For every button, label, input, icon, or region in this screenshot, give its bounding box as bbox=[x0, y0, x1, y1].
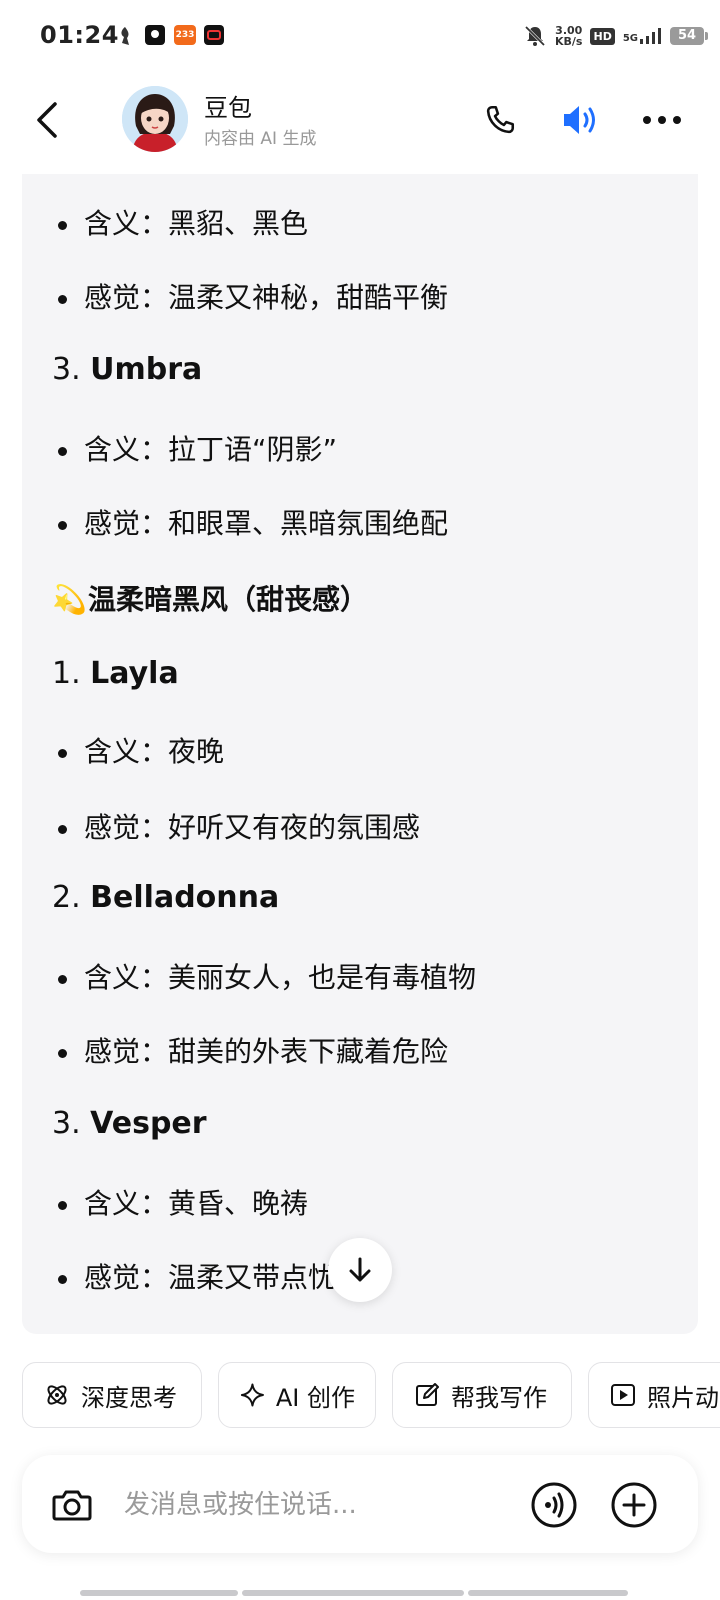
deep-think-chip[interactable]: 深度思考 bbox=[22, 1362, 202, 1428]
section-heading: 💫温柔暗黑风（甜丧感） bbox=[52, 583, 369, 616]
numbered-item: 2. Belladonna bbox=[52, 880, 280, 915]
avatar[interactable] bbox=[122, 86, 188, 152]
voice-call-button[interactable] bbox=[530, 1481, 578, 1529]
list-item: 含义：黄昏、晚祷 bbox=[22, 1182, 698, 1222]
speaker-button[interactable] bbox=[558, 98, 602, 142]
message-input-bar bbox=[22, 1455, 698, 1553]
bot-name: 豆包 bbox=[204, 94, 252, 122]
ai-create-chip[interactable]: AI 创作 bbox=[218, 1362, 376, 1428]
home-indicator bbox=[468, 1590, 628, 1596]
photo-animate-chip[interactable]: 照片动 bbox=[588, 1362, 720, 1428]
ai-message-card: 含义：黑貂、黑色 感觉：温柔又神秘，甜酷平衡 3. Umbra 含义：拉丁语“阴… bbox=[22, 174, 698, 1334]
chat-header: 豆包 内容由 AI 生成 bbox=[0, 80, 720, 172]
atom-icon bbox=[47, 1385, 67, 1405]
voice-wave-icon bbox=[531, 1482, 577, 1528]
arrow-down-icon bbox=[349, 1257, 371, 1282]
scroll-to-bottom-button[interactable] bbox=[328, 1238, 392, 1302]
numbered-item: 3. Umbra bbox=[52, 352, 203, 387]
dizzy-emoji-icon: 💫 bbox=[52, 583, 87, 616]
status-bar: 01:24 233 3.00 KB/s HD 5G 54 bbox=[0, 0, 720, 76]
camera-icon bbox=[52, 1490, 92, 1521]
network-speed: 3.00 KB/s bbox=[555, 24, 583, 48]
avatar-illustration bbox=[122, 86, 188, 152]
speaker-icon bbox=[564, 106, 595, 134]
chevron-left-icon bbox=[37, 102, 57, 138]
battery-icon: 54 bbox=[670, 27, 708, 45]
message-input[interactable] bbox=[122, 1483, 506, 1527]
notification-app-icon bbox=[145, 25, 165, 45]
back-button[interactable] bbox=[26, 98, 70, 142]
sparkle-icon bbox=[240, 1383, 264, 1407]
list-item: 含义：拉丁语“阴影” bbox=[22, 428, 698, 468]
notification-app-badge: 233 bbox=[174, 25, 196, 45]
camera-button[interactable] bbox=[50, 1483, 94, 1527]
numbered-item: 1. Layla bbox=[52, 656, 179, 691]
hd-badge: HD bbox=[590, 27, 615, 45]
more-dots-icon bbox=[643, 116, 681, 124]
help-write-chip[interactable]: 帮我写作 bbox=[392, 1362, 572, 1428]
signal-indicator: 5G bbox=[623, 28, 662, 44]
list-item: 含义：夜晚 bbox=[22, 730, 698, 770]
status-right: 3.00 KB/s HD 5G 54 bbox=[523, 22, 708, 50]
list-item: 含义：黑貂、黑色 bbox=[22, 202, 698, 242]
list-item: 含义：美丽女人，也是有毒植物 bbox=[22, 956, 698, 996]
edit-icon bbox=[416, 1383, 439, 1406]
ai-generated-note: 内容由 AI 生成 bbox=[204, 129, 317, 149]
list-item: 感觉：和眼罩、黑暗氛围绝配 bbox=[22, 502, 698, 542]
list-item: 感觉：温柔又神秘，甜酷平衡 bbox=[22, 276, 698, 316]
phone-icon bbox=[486, 105, 515, 134]
home-indicator bbox=[242, 1590, 464, 1596]
add-button[interactable] bbox=[610, 1481, 658, 1529]
status-time: 01:24 bbox=[40, 21, 119, 49]
numbered-item: 3. Vesper bbox=[52, 1106, 207, 1141]
bell-muted-icon bbox=[524, 25, 546, 47]
plus-icon bbox=[611, 1482, 657, 1528]
play-icon bbox=[611, 1384, 635, 1406]
call-button[interactable] bbox=[478, 98, 522, 142]
quick-actions-bar: 深度思考 AI 创作 帮我写作 照片动 bbox=[22, 1362, 720, 1432]
list-item: 感觉：好听又有夜的氛围感 bbox=[22, 806, 698, 846]
list-item: 感觉：甜美的外表下藏着危险 bbox=[22, 1030, 698, 1070]
signal-bars-icon bbox=[640, 28, 661, 44]
notification-app-icon bbox=[121, 27, 129, 45]
record-app-icon bbox=[204, 25, 224, 45]
more-button[interactable] bbox=[640, 98, 684, 142]
home-indicator bbox=[80, 1590, 238, 1596]
